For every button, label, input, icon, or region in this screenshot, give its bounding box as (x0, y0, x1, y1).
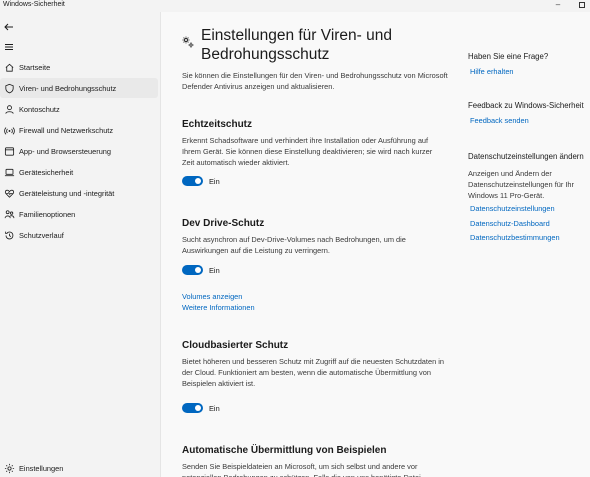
sidebar-item-familienoptionen[interactable]: Familienoptionen (0, 204, 158, 224)
feedback-heading: Feedback zu Windows-Sicherheit (468, 101, 584, 110)
sidebar-item-label: Gerätesicherheit (19, 167, 74, 177)
sidebar-item-viren[interactable]: Viren- und Bedrohungsschutz (0, 78, 158, 98)
browser-icon (3, 145, 15, 157)
person-icon (3, 103, 15, 115)
toggle-knob (195, 267, 201, 273)
sidebar-item-label: Geräteleistung und -integrität (19, 188, 115, 198)
sidebar-item-label: Schutzverlauf (19, 230, 64, 240)
privacy-dashboard-link[interactable]: Datenschutz-Dashboard (470, 219, 550, 228)
toggle-switch[interactable] (182, 403, 203, 413)
privacy-text: Anzeigen und Ändern der Datenschutzeinst… (468, 169, 574, 200)
toggle-switch[interactable] (182, 265, 203, 275)
sidebar-item-label: Kontoschutz (19, 104, 60, 114)
sidebar-item-app-browser[interactable]: App- und Browsersteuerung (0, 141, 158, 161)
sidebar-item-geraetesicherheit[interactable]: Gerätesicherheit (0, 162, 158, 182)
section-title-echtzeitschutz: Echtzeitschutz (182, 119, 253, 130)
section-description-echtzeitschutz: Erkennt Schadsoftware und verhindert ihr… (182, 136, 433, 167)
sidebar-item-label: Startseite (19, 62, 51, 72)
toggle-knob (195, 405, 201, 411)
help-link[interactable]: Hilfe erhalten (470, 67, 514, 76)
toggle-label: Ein (209, 403, 220, 413)
maximize-icon (579, 2, 585, 8)
hamburger-menu-button[interactable] (2, 40, 16, 54)
back-arrow-icon (4, 23, 13, 31)
heart-icon (3, 187, 15, 199)
sidebar-item-schutzverlauf[interactable]: Schutzverlauf (0, 225, 158, 245)
toggle-dev-drive[interactable]: Ein (182, 264, 220, 276)
volumes-anzeigen-link[interactable]: Volumes anzeigen (182, 292, 242, 301)
sidebar-item-label: Familienoptionen (19, 209, 76, 219)
section-title-dev-drive: Dev Drive-Schutz (182, 218, 265, 229)
toggle-knob (195, 178, 201, 184)
family-icon (3, 208, 15, 220)
window-title: Windows-Sicherheit (3, 1, 65, 8)
sidebar: Startseite Viren- und Bedrohungsschutz K… (0, 14, 160, 477)
maximize-button[interactable] (572, 0, 590, 12)
page-title: Einstellungen für Viren- und Bedrohungss… (201, 27, 393, 63)
toggle-label: Ein (209, 265, 220, 275)
home-icon (3, 61, 15, 73)
laptop-icon (3, 166, 15, 178)
section-description-cloud: Bietet höheren und besseren Schutz mit Z… (182, 357, 444, 388)
sidebar-item-startseite[interactable]: Startseite (0, 57, 158, 77)
privacy-statement-link[interactable]: Datenschutzbestimmungen (470, 233, 560, 242)
settings-gears-icon (181, 35, 195, 49)
toggle-label: Ein (209, 176, 220, 186)
shield-icon (3, 82, 15, 94)
hamburger-icon (5, 44, 13, 50)
sidebar-item-einstellungen[interactable]: Einstellungen (0, 458, 158, 477)
section-description-dev-drive: Sucht asynchron auf Dev-Drive-Volumes na… (182, 235, 406, 255)
minimize-button[interactable]: – (548, 0, 568, 12)
page-description: Sie können die Einstellungen für den Vir… (182, 71, 448, 91)
toggle-cloud[interactable]: Ein (182, 402, 220, 414)
feedback-link[interactable]: Feedback senden (470, 116, 529, 125)
toggle-echtzeitschutz[interactable]: Ein (182, 175, 220, 187)
section-description-sample-submission: Senden Sie Beispieldateien an Microsoft,… (182, 462, 421, 477)
sidebar-item-label: App- und Browsersteuerung (19, 146, 112, 156)
weitere-informationen-link[interactable]: Weitere Informationen (182, 303, 255, 312)
section-title-cloud: Cloudbasierter Schutz (182, 340, 289, 351)
sidebar-item-label: Viren- und Bedrohungsschutz (19, 83, 117, 93)
privacy-heading: Datenschutzeinstellungen ändern (468, 152, 584, 161)
toggle-switch[interactable] (182, 176, 203, 186)
history-icon (3, 229, 15, 241)
gear-icon (3, 462, 15, 474)
sidebar-item-firewall[interactable]: Firewall und Netzwerkschutz (0, 120, 158, 140)
privacy-settings-link[interactable]: Datenschutzeinstellungen (470, 204, 555, 213)
section-title-sample-submission: Automatische Übermittlung von Beispielen (182, 445, 387, 456)
back-button[interactable] (2, 20, 16, 34)
sidebar-item-label: Firewall und Netzwerkschutz (19, 125, 114, 135)
sidebar-item-geraeteleistung[interactable]: Geräteleistung und -integrität (0, 183, 158, 203)
wifi-icon (3, 124, 15, 136)
sidebar-item-label: Einstellungen (19, 463, 64, 473)
main-content: Einstellungen für Viren- und Bedrohungss… (160, 12, 590, 477)
question-heading: Haben Sie eine Frage? (468, 52, 549, 61)
sidebar-item-kontoschutz[interactable]: Kontoschutz (0, 99, 158, 119)
